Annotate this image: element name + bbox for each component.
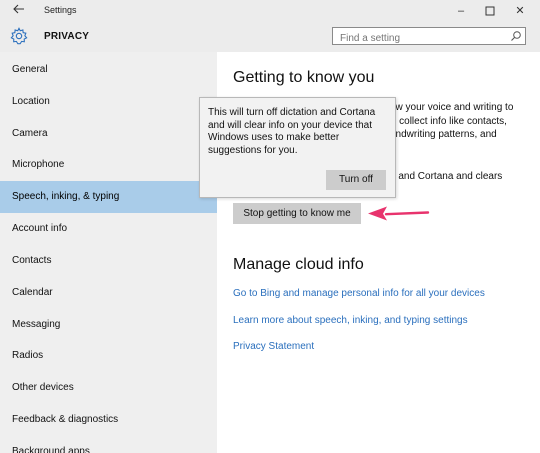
turn-off-button[interactable]: Turn off	[326, 170, 386, 190]
maximize-button[interactable]	[475, 2, 505, 20]
sidebar-item-account-info[interactable]: Account info	[0, 213, 217, 245]
section-heading-manage-cloud: Manage cloud info	[233, 256, 364, 273]
close-button[interactable]: ✕	[505, 2, 535, 20]
sidebar-item-messaging[interactable]: Messaging	[0, 309, 217, 341]
sidebar-item-calendar[interactable]: Calendar	[0, 277, 217, 309]
privacy-statement-link[interactable]: Privacy Statement	[233, 341, 314, 352]
flyout-message: This will turn off dictation and Cortana…	[208, 107, 376, 156]
settings-header: PRIVACY	[0, 22, 540, 52]
sidebar-item-other-devices[interactable]: Other devices	[0, 372, 217, 404]
description-line-3: andwriting patterns, and	[390, 129, 497, 140]
gear-icon	[10, 27, 28, 45]
sidebar-item-background-apps[interactable]: Background apps	[0, 436, 217, 453]
description-line-2: 'll collect info like contacts,	[390, 116, 507, 127]
search-box[interactable]	[332, 27, 526, 47]
section-heading-getting-to-know: Getting to know you	[233, 69, 375, 86]
minimize-button[interactable]: –	[446, 2, 476, 20]
maximize-icon	[485, 6, 495, 16]
confirmation-flyout: This will turn off dictation and Cortana…	[199, 97, 396, 198]
sidebar: General Location Camera Microphone Speec…	[0, 52, 217, 453]
sidebar-item-microphone[interactable]: Microphone	[0, 149, 217, 181]
description-line-1: ew your voice and writing to	[390, 102, 514, 113]
sidebar-item-speech-inking-typing[interactable]: Speech, inking, & typing	[0, 181, 217, 213]
sidebar-item-radios[interactable]: Radios	[0, 340, 217, 372]
title-bar: Settings – ✕	[0, 0, 540, 22]
sidebar-item-feedback-diagnostics[interactable]: Feedback & diagnostics	[0, 404, 217, 436]
learn-more-link[interactable]: Learn more about speech, inking, and typ…	[233, 315, 468, 326]
annotation-arrow-icon	[368, 206, 430, 221]
search-icon[interactable]	[510, 30, 522, 42]
back-arrow-icon	[13, 4, 24, 14]
description-line-4: n and Cortana and clears	[390, 171, 503, 182]
sidebar-item-general[interactable]: General	[0, 54, 217, 86]
sidebar-item-camera[interactable]: Camera	[0, 118, 217, 150]
stop-getting-to-know-me-button[interactable]: Stop getting to know me	[233, 203, 361, 224]
search-input[interactable]	[333, 30, 508, 47]
sidebar-item-contacts[interactable]: Contacts	[0, 245, 217, 277]
window-title: Settings	[44, 5, 77, 15]
page-title: PRIVACY	[44, 31, 90, 42]
sidebar-item-location[interactable]: Location	[0, 86, 217, 118]
back-button[interactable]	[12, 2, 30, 18]
bing-manage-info-link[interactable]: Go to Bing and manage personal info for …	[233, 288, 485, 299]
